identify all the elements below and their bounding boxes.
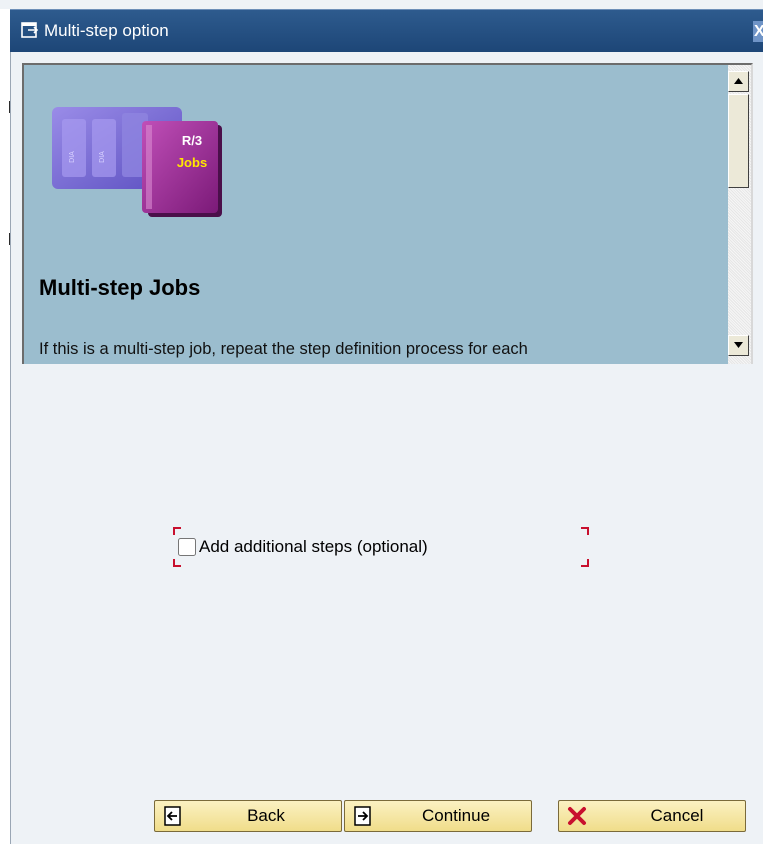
dialog-title-bar[interactable]: Multi-step option X <box>10 9 763 52</box>
continue-button[interactable]: Continue <box>344 800 532 832</box>
add-steps-checkbox[interactable] <box>178 538 196 556</box>
cancel-button[interactable]: Cancel <box>558 800 746 832</box>
scroll-down-button[interactable] <box>728 335 749 356</box>
scroll-up-button[interactable] <box>728 71 749 92</box>
svg-text:DIA: DIA <box>99 151 106 163</box>
logo-jobs-text: Jobs <box>177 155 207 170</box>
add-steps-option[interactable]: Add additional steps (optional) <box>178 537 428 557</box>
option-group: Add additional steps (optional) <box>171 527 591 567</box>
dialog-body: DIA DIA R/3 Jobs Multi-step Jobs If this… <box>10 52 763 844</box>
help-heading: Multi-step Jobs <box>39 275 201 300</box>
close-icon: X <box>754 23 763 40</box>
help-content: DIA DIA R/3 Jobs Multi-step Jobs If this… <box>24 65 728 364</box>
back-page-icon <box>164 806 181 826</box>
arrow-down-icon <box>734 342 743 348</box>
focus-bracket <box>173 559 181 567</box>
close-button[interactable]: X <box>753 21 763 42</box>
scroll-thumb[interactable] <box>728 94 749 188</box>
help-body-text: If this is a multi-step job, repeat the … <box>39 340 528 358</box>
svg-text:DIA: DIA <box>69 151 76 163</box>
r3-jobs-logo: DIA DIA R/3 Jobs <box>52 107 222 217</box>
logo-r3-text: R/3 <box>182 133 202 148</box>
back-button-label: Back <box>247 806 285 825</box>
background-window-edge <box>0 9 11 844</box>
cancel-button-label: Cancel <box>650 806 704 825</box>
continue-page-icon <box>354 806 371 826</box>
add-steps-label: Add additional steps (optional) <box>199 537 428 556</box>
back-button[interactable]: Back <box>154 800 342 832</box>
focus-bracket <box>173 527 181 535</box>
help-panel: DIA DIA R/3 Jobs Multi-step Jobs If this… <box>22 63 753 364</box>
help-scrollbar[interactable] <box>728 65 751 364</box>
red-x-cancel-icon <box>568 807 586 825</box>
dialog-window-icon <box>21 22 39 38</box>
continue-button-label: Continue <box>421 806 491 825</box>
focus-bracket <box>581 559 589 567</box>
dialog-title: Multi-step option <box>44 21 169 40</box>
arrow-up-icon <box>734 78 743 84</box>
focus-bracket <box>581 527 589 535</box>
